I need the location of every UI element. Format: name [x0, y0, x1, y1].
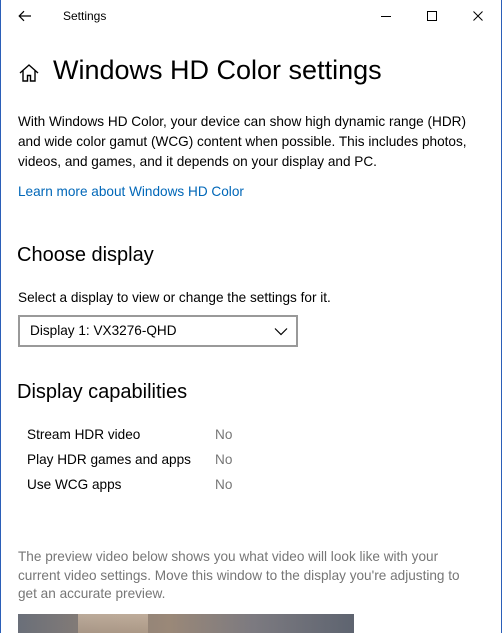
close-icon — [473, 11, 483, 21]
learn-more-link[interactable]: Learn more about Windows HD Color — [18, 184, 244, 199]
intro-text: With Windows HD Color, your device can s… — [18, 114, 467, 169]
capability-row: Stream HDR video No — [27, 427, 267, 447]
minimize-icon — [381, 16, 391, 17]
preview-video[interactable] — [18, 614, 354, 633]
preview-note: The preview video below shows you what v… — [18, 549, 460, 601]
display-select[interactable]: Display 1: VX3276-QHD — [18, 315, 298, 347]
preview-video-frame — [78, 614, 148, 633]
capability-label: Use WCG apps — [27, 477, 122, 492]
page-title: Windows HD Color settings — [53, 55, 382, 85]
capability-label: Play HDR games and apps — [27, 452, 191, 467]
capability-row: Play HDR games and apps No — [27, 452, 267, 472]
chevron-down-icon — [274, 328, 288, 336]
window-title: Settings — [63, 9, 107, 23]
capability-value: No — [215, 477, 233, 492]
back-button[interactable] — [9, 0, 41, 32]
title-bar: Settings — [1, 0, 501, 32]
settings-window: Settings Windows HD Color settings With … — [0, 0, 502, 633]
capability-value: No — [215, 452, 233, 467]
display-select-value: Display 1: VX3276-QHD — [30, 323, 177, 338]
maximize-button[interactable] — [409, 0, 455, 32]
display-capabilities-heading: Display capabilities — [17, 381, 188, 403]
maximize-icon — [427, 11, 437, 21]
minimize-button[interactable] — [363, 0, 409, 32]
capability-label: Stream HDR video — [27, 427, 141, 442]
back-arrow-icon — [18, 10, 31, 22]
choose-display-heading: Choose display — [17, 244, 154, 266]
capability-value: No — [215, 427, 233, 442]
choose-display-label: Select a display to view or change the s… — [18, 290, 331, 305]
home-icon[interactable] — [18, 62, 40, 84]
capability-row: Use WCG apps No — [27, 477, 267, 497]
close-button[interactable] — [455, 0, 501, 32]
